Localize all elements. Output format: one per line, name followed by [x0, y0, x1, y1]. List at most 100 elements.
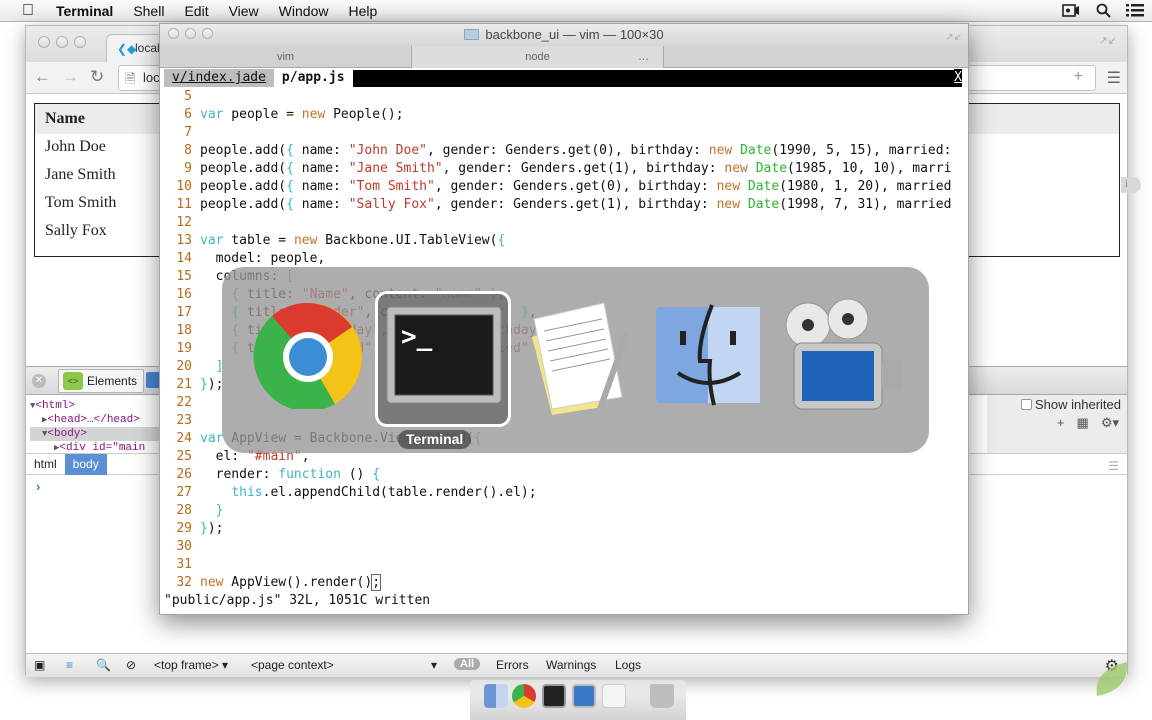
close-window-button[interactable]	[38, 36, 50, 48]
zoom-window-button[interactable]	[74, 36, 86, 48]
screen-recording-icon[interactable]	[1062, 2, 1080, 18]
dom-node-body[interactable]: ▼<body>	[30, 427, 170, 441]
dom-node-head[interactable]: ▶<head>…</head>	[30, 413, 170, 427]
code-line: 31	[164, 556, 968, 574]
code-line: 27 this.el.appendChild(table.render().el…	[164, 484, 968, 502]
svg-text:>_: >_	[401, 322, 433, 352]
vim-tabline: v/index.jade p/app.js X	[164, 68, 968, 88]
console-prompt[interactable]: ›	[36, 479, 40, 494]
apple-menu-icon[interactable]: 	[0, 2, 56, 20]
tab-more-icon: …	[638, 51, 649, 63]
menu-app-name[interactable]: Terminal	[56, 3, 113, 19]
breadcrumb-body[interactable]: body	[64, 454, 107, 475]
finder-icon	[656, 304, 760, 406]
code-line: 26 render: function () {	[164, 466, 968, 484]
notification-center-icon[interactable]	[1126, 2, 1144, 18]
dock-terminal-icon[interactable]	[542, 684, 566, 708]
page-icon: 🗎	[125, 71, 136, 86]
element-state-icon[interactable]: ▦	[1077, 415, 1089, 431]
line-number: 18	[176, 323, 192, 338]
dock-screenflow-icon[interactable]	[572, 684, 596, 708]
line-number: 31	[176, 557, 192, 572]
tab-elements[interactable]: <> Elements	[58, 369, 145, 393]
zoom-window-button[interactable]	[202, 28, 213, 39]
line-number: 27	[176, 485, 192, 500]
line-number: 22	[176, 395, 192, 410]
menu-view[interactable]: View	[229, 3, 259, 19]
devtools-close-icon[interactable]: ✕	[32, 374, 46, 388]
menu-edit[interactable]: Edit	[184, 3, 208, 19]
line-number: 16	[176, 287, 192, 302]
search-icon[interactable]: 🔍	[96, 658, 111, 672]
filter-errors[interactable]: Errors	[496, 658, 529, 672]
context-select[interactable]: <page context> ▾	[251, 658, 437, 672]
line-number: 14	[176, 251, 192, 266]
line-number: 32	[176, 575, 192, 590]
settings-gear-icon[interactable]: ⚙▾	[1101, 415, 1119, 431]
minimize-window-button[interactable]	[185, 28, 196, 39]
chrome-window-controls	[38, 36, 86, 48]
switcher-app-chrome[interactable]	[252, 297, 364, 415]
line-number: 11	[176, 197, 192, 212]
vim-tab-index-jade[interactable]: v/index.jade	[164, 69, 274, 87]
console-toggle-icon[interactable]: ≡	[66, 658, 73, 672]
menu-shell[interactable]: Shell	[133, 3, 164, 19]
line-number: 13	[176, 233, 192, 248]
textedit-icon	[532, 302, 630, 415]
code-line: 14 model: people,	[164, 250, 968, 268]
line-number: 29	[176, 521, 192, 536]
menu-window[interactable]: Window	[279, 3, 329, 19]
filter-warnings[interactable]: Warnings	[546, 658, 596, 672]
code-line: 10 people.add({ name: "Tom Smith", gender…	[164, 178, 968, 196]
chrome-menu-icon[interactable]: ☰	[1107, 68, 1121, 88]
spotlight-search-icon[interactable]	[1094, 2, 1112, 18]
switcher-app-textedit[interactable]	[522, 297, 634, 415]
line-number: 5	[184, 89, 192, 104]
watermark-leaf-icon	[1096, 662, 1128, 696]
back-arrow-icon[interactable]: ←	[34, 67, 51, 87]
terminal-title: backbone_ui — vim — 100×30	[485, 27, 664, 42]
dock-toggle-icon[interactable]: ▣	[34, 658, 45, 672]
code-line: 5	[164, 88, 968, 106]
add-rule-icon[interactable]: +	[1057, 415, 1065, 431]
dock-chrome-icon[interactable]	[512, 684, 536, 708]
filter-logs[interactable]: Logs	[615, 658, 641, 672]
dock-textedit-icon[interactable]	[602, 684, 626, 708]
terminal-tab-node[interactable]: node …	[412, 46, 664, 68]
filter-all[interactable]: All	[454, 658, 481, 670]
checkbox[interactable]	[1021, 399, 1032, 410]
close-window-button[interactable]	[168, 28, 179, 39]
styles-toolbar: + ▦ ⚙▾	[1057, 415, 1119, 431]
code-line: 7	[164, 124, 968, 142]
tab-resources-icon[interactable]	[146, 372, 160, 388]
dock-trash-icon[interactable]	[650, 684, 674, 708]
menu-help[interactable]: Help	[348, 3, 377, 19]
vim-tab-app-js[interactable]: p/app.js	[274, 69, 353, 87]
switcher-app-screenflow[interactable]	[782, 297, 902, 415]
vim-tab-close[interactable]: X	[954, 69, 962, 87]
elements-icon: <>	[63, 372, 83, 390]
show-inherited-checkbox[interactable]: Show inherited	[1021, 397, 1121, 412]
devtools-bottom-bar: ▣ ≡ 🔍 ⊘ <top frame> ▾ <page context> ▾ Al…	[26, 653, 1127, 677]
dock-finder-icon[interactable]	[484, 684, 508, 708]
drag-handle-icon[interactable]: ☰	[1108, 459, 1119, 473]
clear-console-icon[interactable]: ⊘	[126, 658, 136, 672]
line-number: 7	[184, 125, 192, 140]
breadcrumb-html[interactable]: html	[26, 454, 65, 475]
favicon-icon: ❮◆	[117, 42, 137, 56]
code-line: 29});	[164, 520, 968, 538]
info-icon[interactable]: i	[1121, 177, 1141, 193]
bookmark-plus-icon[interactable]: +	[1074, 68, 1083, 86]
line-number: 12	[176, 215, 192, 230]
line-number: 21	[176, 377, 192, 392]
terminal-tab-vim[interactable]: vim	[160, 46, 412, 68]
switcher-app-terminal[interactable]: >_	[385, 305, 503, 423]
fullscreen-icon[interactable]: ↗↙	[1099, 34, 1117, 47]
frame-select[interactable]: <top frame> ▾	[154, 658, 228, 672]
dom-node-html[interactable]: ▼<html>	[30, 399, 170, 413]
forward-arrow-icon[interactable]: →	[62, 67, 79, 87]
switcher-app-finder[interactable]	[654, 301, 766, 419]
minimize-window-button[interactable]	[56, 36, 68, 48]
reload-icon[interactable]: ↻	[90, 67, 104, 87]
terminal-icon: >_	[386, 306, 502, 404]
